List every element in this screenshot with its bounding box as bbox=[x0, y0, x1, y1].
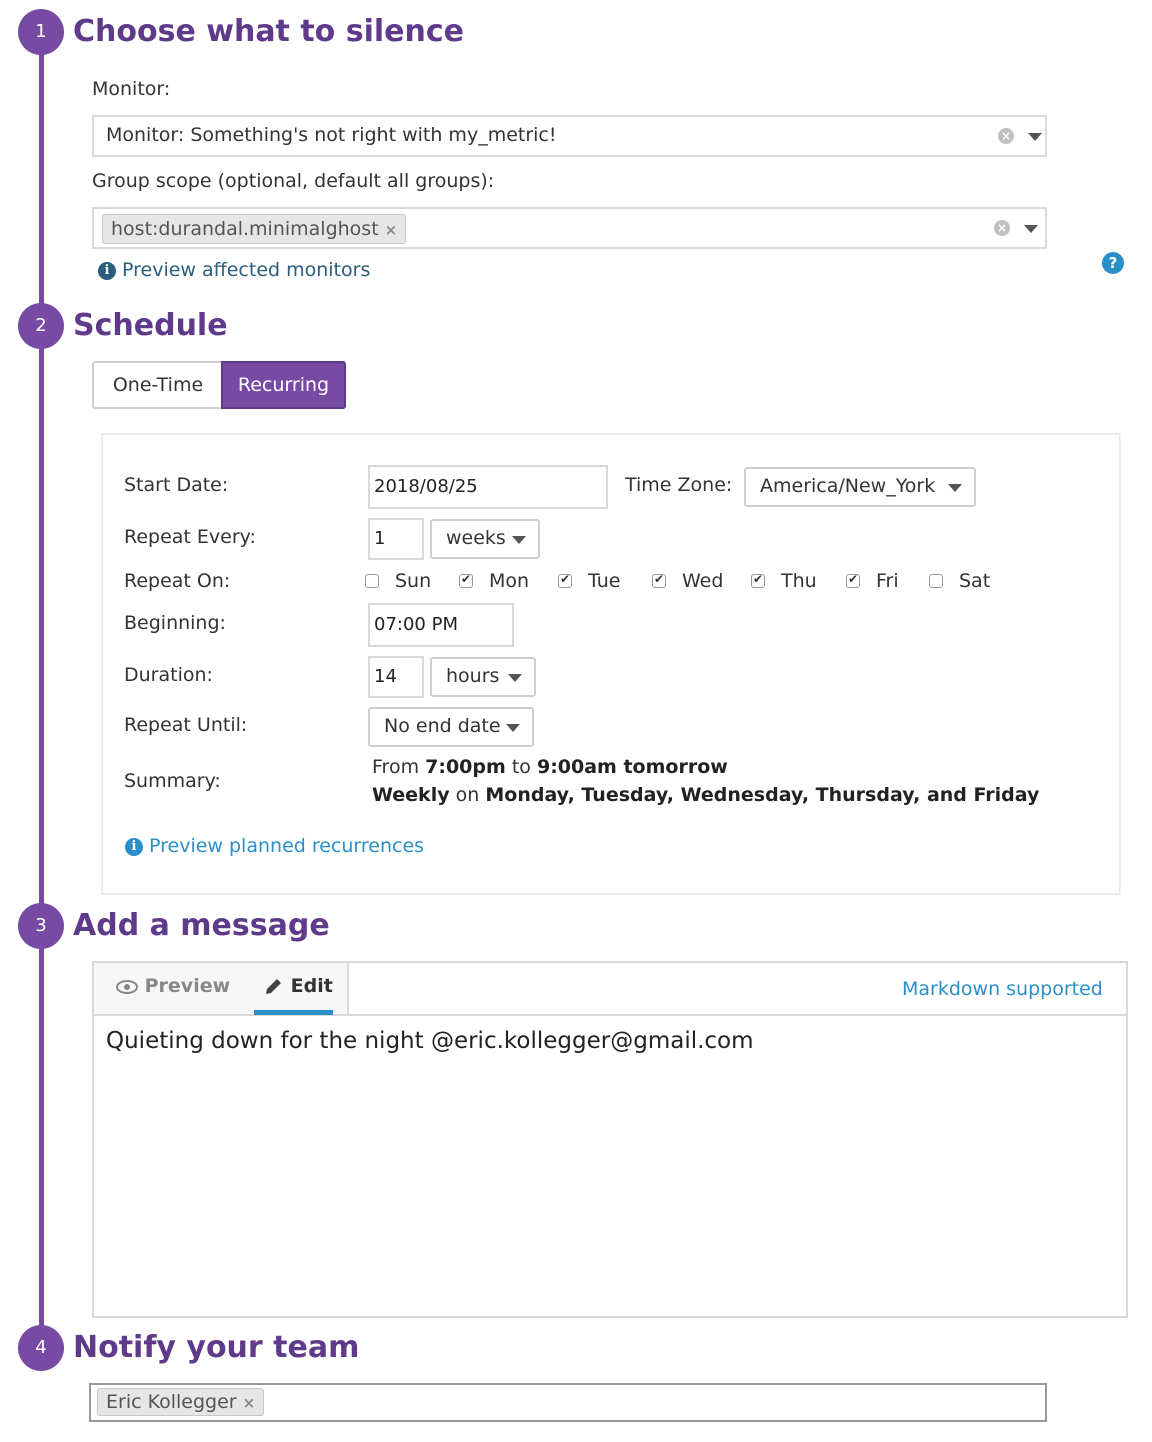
preview-planned-recurrences-link[interactable]: i Preview planned recurrences bbox=[125, 835, 424, 857]
beginning-label: Beginning: bbox=[124, 612, 226, 634]
tab-preview[interactable]: Preview bbox=[116, 975, 230, 997]
group-scope-tag-label: host:durandal.minimalghost bbox=[111, 218, 379, 240]
step-2-badge: 2 bbox=[18, 303, 64, 349]
step-3-badge: 3 bbox=[18, 903, 64, 949]
repeat-every-unit-select[interactable]: weeks bbox=[430, 519, 540, 559]
start-date-label: Start Date: bbox=[124, 474, 229, 496]
recipient-tag: Eric Kollegger × bbox=[97, 1388, 265, 1416]
day-checkbox-sun[interactable] bbox=[365, 574, 379, 588]
chevron-down-icon[interactable] bbox=[1024, 225, 1038, 233]
repeat-until-select[interactable]: No end date bbox=[368, 707, 534, 747]
step-1-title: Choose what to silence bbox=[73, 14, 464, 49]
start-date-input[interactable]: 2018/08/25 bbox=[368, 465, 608, 509]
summary-on: on bbox=[455, 784, 480, 806]
day-label-wed: Wed bbox=[682, 570, 724, 592]
day-checkbox-mon[interactable] bbox=[459, 572, 473, 588]
duration-input[interactable]: 14 bbox=[368, 656, 424, 698]
message-textarea[interactable]: Quieting down for the night @eric.kolleg… bbox=[106, 1028, 754, 1054]
step-4-badge: 4 bbox=[18, 1325, 64, 1371]
preview-affected-monitors-link[interactable]: i Preview affected monitors bbox=[98, 259, 370, 281]
day-label-sat: Sat bbox=[959, 570, 991, 592]
notify-recipients-input[interactable]: Eric Kollegger × bbox=[89, 1383, 1047, 1422]
summary-end-time: 9:00am tomorrow bbox=[536, 756, 728, 778]
recipient-tag-label: Eric Kollegger bbox=[106, 1391, 237, 1413]
group-scope-tag: host:durandal.minimalghost × bbox=[102, 214, 407, 244]
day-checkbox-sat[interactable] bbox=[929, 574, 943, 588]
duration-label: Duration: bbox=[124, 664, 213, 686]
time-zone-label: Time Zone: bbox=[625, 474, 733, 496]
tab-preview-label: Preview bbox=[144, 975, 231, 997]
tab-edit-label: Edit bbox=[290, 975, 333, 997]
repeat-every-unit-value: weeks bbox=[446, 527, 506, 549]
day-label-sun: Sun bbox=[395, 570, 432, 592]
tab-recurring[interactable]: Recurring bbox=[221, 361, 346, 409]
repeat-on-label: Repeat On: bbox=[124, 570, 231, 592]
summary-start-time: 7:00pm bbox=[425, 756, 506, 778]
step-3-title: Add a message bbox=[73, 908, 330, 943]
chevron-down-icon[interactable] bbox=[1028, 133, 1042, 141]
step-rail bbox=[39, 40, 44, 1360]
tab-one-time[interactable]: One-Time bbox=[92, 361, 222, 409]
repeat-until-value: No end date bbox=[384, 715, 501, 737]
clear-icon[interactable]: × bbox=[998, 128, 1014, 144]
day-label-thu: Thu bbox=[781, 570, 817, 592]
summary-line-2: Weekly on Monday, Tuesday, Wednesday, Th… bbox=[372, 784, 1039, 806]
chevron-down-icon bbox=[512, 536, 526, 544]
day-checkbox-tue[interactable] bbox=[558, 572, 572, 588]
repeat-until-label: Repeat Until: bbox=[124, 714, 248, 736]
time-zone-select[interactable]: America/New_York bbox=[744, 467, 976, 507]
info-icon: i bbox=[98, 261, 116, 280]
time-zone-value: America/New_York bbox=[760, 475, 936, 497]
repeat-every-label: Repeat Every: bbox=[124, 526, 256, 548]
summary-line-1: From 7:00pm to 9:00am tomorrow bbox=[372, 756, 728, 778]
step-4-title: Notify your team bbox=[73, 1330, 360, 1365]
group-scope-label: Group scope (optional, default all group… bbox=[92, 170, 495, 192]
pencil-icon bbox=[266, 978, 281, 994]
chevron-down-icon bbox=[506, 724, 520, 732]
summary-frequency: Weekly bbox=[372, 784, 450, 806]
beginning-time-input[interactable]: 07:00 PM bbox=[368, 603, 514, 647]
monitor-select-value: Monitor: Something's not right with my_m… bbox=[106, 124, 557, 146]
day-checkbox-thu[interactable] bbox=[751, 572, 765, 588]
summary-days: Monday, Tuesday, Wednesday, Thursday, an… bbox=[485, 784, 1040, 806]
markdown-supported-link[interactable]: Markdown supported bbox=[902, 978, 1103, 1000]
preview-affected-monitors-label: Preview affected monitors bbox=[122, 259, 371, 281]
summary-from: From bbox=[372, 756, 420, 778]
info-icon: i bbox=[125, 837, 143, 856]
step-2-title: Schedule bbox=[73, 308, 228, 343]
step-1-badge: 1 bbox=[18, 9, 64, 55]
remove-tag-icon[interactable]: × bbox=[243, 1394, 256, 1412]
eye-icon bbox=[116, 979, 138, 994]
group-scope-select[interactable]: host:durandal.minimalghost × × bbox=[92, 207, 1047, 249]
monitor-label: Monitor: bbox=[92, 78, 171, 100]
day-checkbox-wed[interactable] bbox=[652, 572, 666, 588]
day-checkbox-fri[interactable] bbox=[846, 572, 860, 588]
summary-label: Summary: bbox=[124, 770, 221, 792]
duration-unit-select[interactable]: hours bbox=[430, 657, 536, 697]
chevron-down-icon bbox=[948, 484, 962, 492]
remove-tag-icon[interactable]: × bbox=[385, 221, 398, 239]
clear-icon[interactable]: × bbox=[994, 220, 1010, 236]
chevron-down-icon bbox=[508, 674, 522, 682]
summary-to: to bbox=[511, 756, 531, 778]
tab-edit[interactable]: Edit bbox=[262, 975, 333, 998]
help-icon[interactable]: ? bbox=[1102, 252, 1124, 274]
day-label-tue: Tue bbox=[588, 570, 621, 592]
preview-planned-recurrences-label: Preview planned recurrences bbox=[149, 835, 425, 857]
duration-unit-value: hours bbox=[446, 665, 500, 687]
day-label-mon: Mon bbox=[489, 570, 530, 592]
tab-edit-active-indicator bbox=[254, 1010, 333, 1015]
day-label-fri: Fri bbox=[876, 570, 899, 592]
monitor-select[interactable]: Monitor: Something's not right with my_m… bbox=[92, 115, 1047, 157]
message-tab-divider bbox=[94, 1014, 1126, 1016]
repeat-every-input[interactable]: 1 bbox=[368, 518, 424, 560]
